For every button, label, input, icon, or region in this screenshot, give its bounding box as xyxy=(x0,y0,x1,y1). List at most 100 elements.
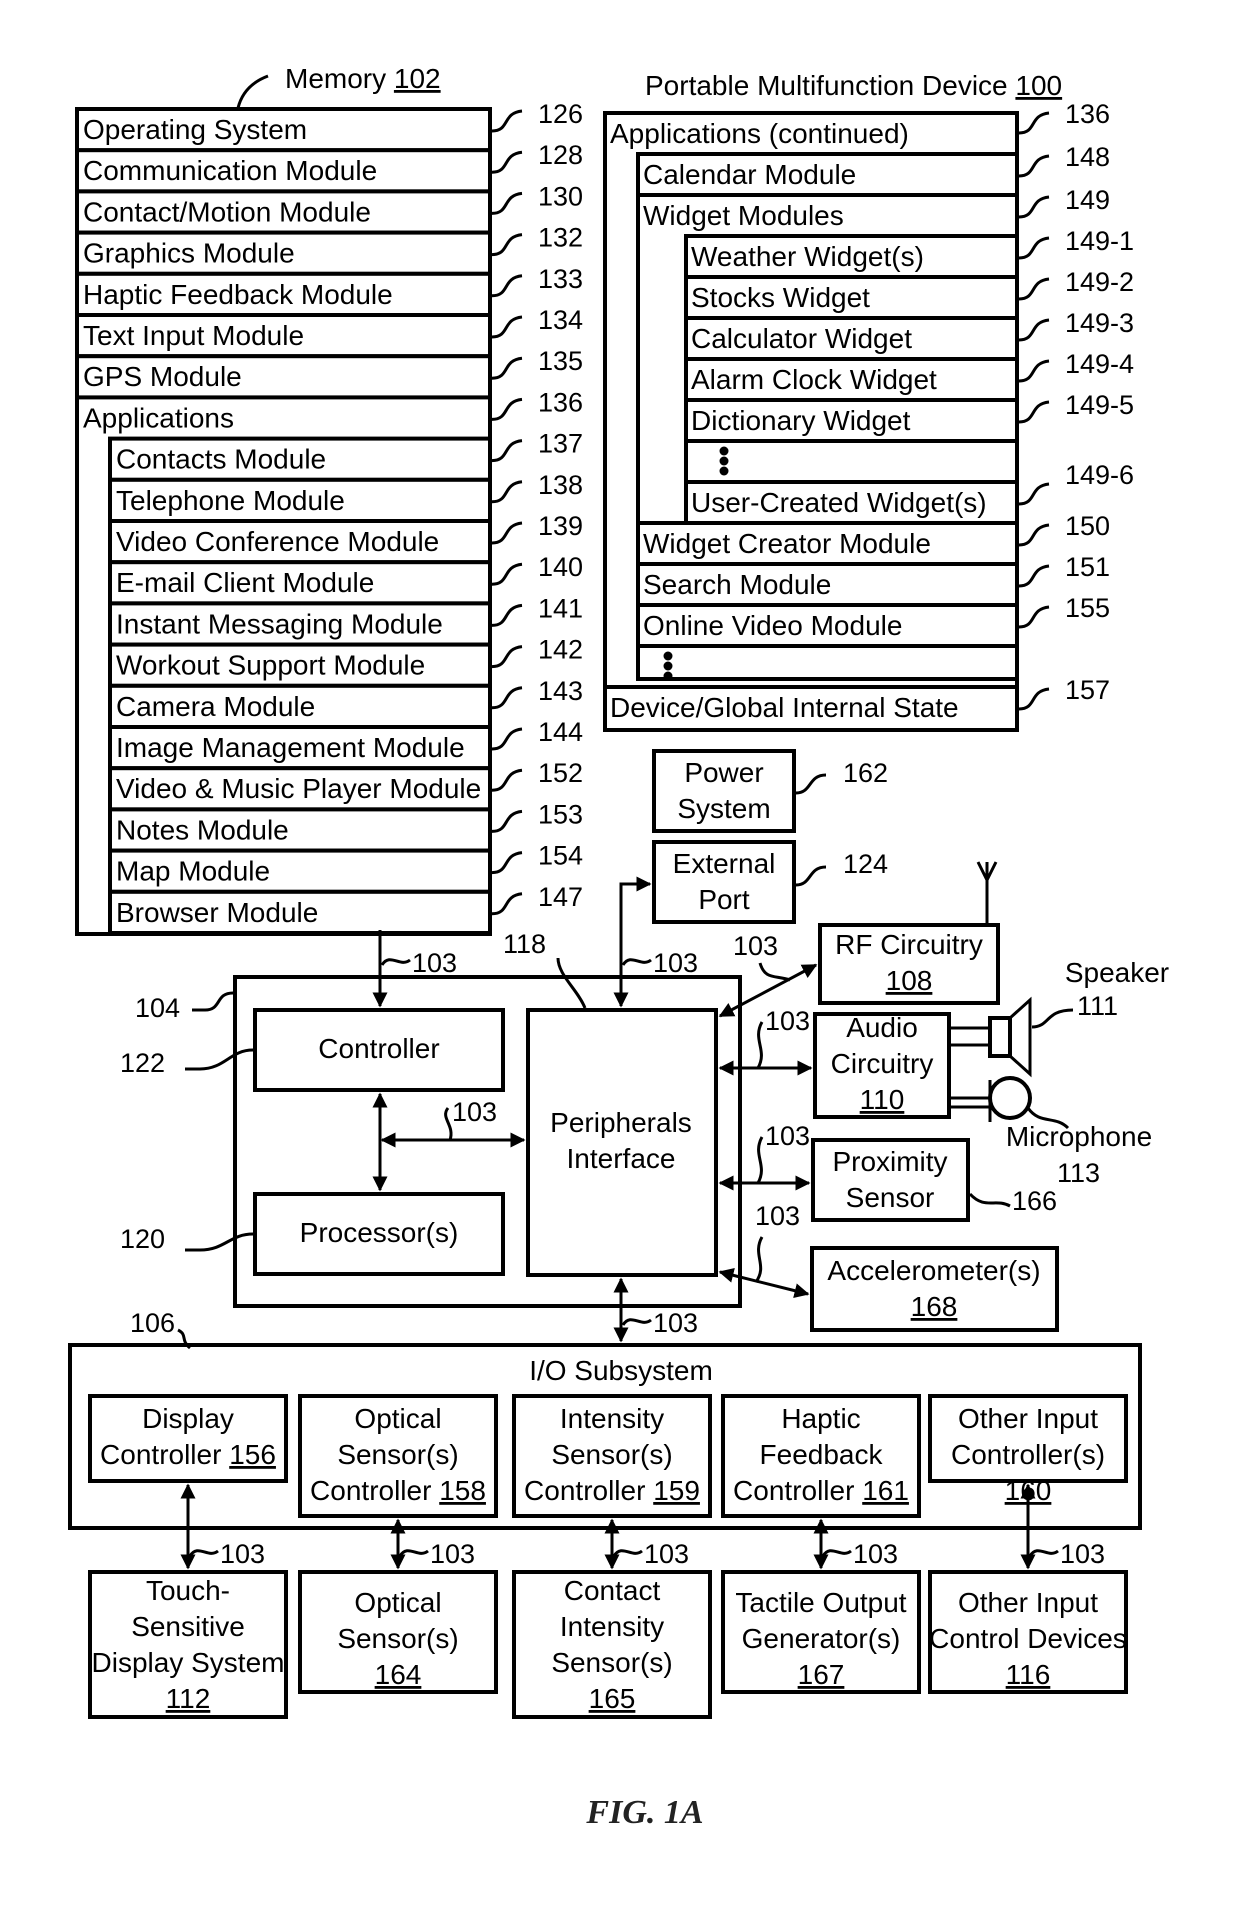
ref-leader xyxy=(1018,236,1050,260)
io-ref: 106 xyxy=(130,1308,175,1338)
audio-bus-ref: 103 xyxy=(765,1006,810,1036)
ref-leader xyxy=(491,191,523,215)
peripherals-line1: Peripherals xyxy=(550,1107,692,1138)
microphone-icon xyxy=(988,1076,1032,1120)
io-controller-label: Other Input xyxy=(958,1403,1098,1434)
device-title: Portable Multifunction Device 100 xyxy=(645,70,1062,101)
io-subsystem-block: I/O Subsystem 106 DisplayController 1561… xyxy=(68,1308,1142,1719)
processor-label: Processor(s) xyxy=(300,1217,459,1248)
bus-leader xyxy=(1028,1549,1059,1557)
io-device-num: 164 xyxy=(375,1659,422,1690)
application-row-ref: 144 xyxy=(538,717,583,747)
io-device-label: Touch- xyxy=(146,1575,230,1606)
io-device-label: Contact xyxy=(564,1575,661,1606)
external-port-ref: 124 xyxy=(843,849,888,879)
ref-leader xyxy=(1018,359,1050,383)
processor-ref: 120 xyxy=(120,1224,165,1254)
application-row-label: Map Module xyxy=(116,856,270,887)
io-controller-line: Controller xyxy=(100,1439,221,1470)
io-device-label: Display System xyxy=(92,1647,285,1678)
memory-row-ref: 133 xyxy=(538,264,583,294)
io-controller-line: Controller(s) xyxy=(951,1439,1105,1470)
memory-bus-ref: 103 xyxy=(412,948,457,978)
io-controller-label: Sensor(s) xyxy=(551,1439,672,1470)
device-state-ref: 157 xyxy=(1065,675,1110,705)
ref-leader xyxy=(491,397,523,421)
controller-label: Controller xyxy=(318,1033,439,1064)
memory-title: Memory 102 xyxy=(285,63,441,94)
memory-row-label: Operating System xyxy=(83,114,307,145)
io-device-num: 112 xyxy=(166,1683,211,1714)
io-device-label: Control Devices xyxy=(929,1623,1127,1654)
ref-leader xyxy=(491,562,523,586)
memory-row-ref: 128 xyxy=(538,140,583,170)
peripherals-ref: 118 xyxy=(503,929,546,959)
application-row-label: E-mail Client Module xyxy=(116,567,374,598)
ref-leader xyxy=(491,645,523,669)
io-controller-label: Optical xyxy=(354,1403,441,1434)
io-bus-ref: 103 xyxy=(220,1539,265,1569)
io-device-label: Sensitive xyxy=(131,1611,245,1642)
power-system-box: Power System 162 xyxy=(652,749,888,833)
io-controller-line: Controller xyxy=(310,1475,431,1506)
ellipsis-dot xyxy=(719,446,729,456)
module-ref: 155 xyxy=(1065,593,1110,623)
memory-leader xyxy=(236,74,269,109)
ref-leader xyxy=(1018,400,1050,424)
io-bus-ref: 103 xyxy=(644,1539,689,1569)
ellipsis-dot xyxy=(663,671,673,681)
memory-row-ref: 134 xyxy=(538,305,583,335)
ref-leader xyxy=(491,851,523,875)
io-bus-ref: 103 xyxy=(853,1539,898,1569)
io-controller-num: 159 xyxy=(653,1475,700,1506)
application-row-label: Telephone Module xyxy=(116,485,345,516)
io-controller-num: 161 xyxy=(862,1475,909,1506)
io-device-num: 165 xyxy=(589,1683,636,1714)
io-controller-num: 158 xyxy=(439,1475,486,1506)
memory-row-label: Graphics Module xyxy=(83,238,295,269)
rf-circuitry-box: RF Circuitry 108 xyxy=(818,861,1000,1005)
widget-modules-ref: 149 xyxy=(1065,185,1110,215)
application-row-label: Camera Module xyxy=(116,691,315,722)
ref-leader xyxy=(491,233,523,257)
ref-leader xyxy=(491,150,523,174)
memory-row-ref: 136 xyxy=(538,387,583,417)
io-controller-label: Intensity xyxy=(560,1403,664,1434)
proximity-bus-ref: 103 xyxy=(765,1121,810,1151)
application-row-ref: 137 xyxy=(538,429,583,459)
memory-row-label: Communication Module xyxy=(83,155,377,186)
proximity-sensor-box: Proximity Sensor 166 xyxy=(811,1138,1057,1222)
memory-row-label: Text Input Module xyxy=(83,320,304,351)
bus-leader xyxy=(398,1549,429,1557)
io-controller-label: Display xyxy=(142,1403,234,1434)
ref-leader xyxy=(1018,564,1050,588)
io-controller-line: Feedback xyxy=(760,1439,884,1470)
io-bus-ref: 103 xyxy=(653,1308,698,1338)
microphone-label: Microphone xyxy=(1006,1121,1152,1152)
apps-continued-label: Applications (continued) xyxy=(610,118,909,149)
chip-ref: 104 xyxy=(135,993,180,1023)
ref-leader xyxy=(1018,482,1050,506)
application-row-ref: 152 xyxy=(538,758,583,788)
memory-row-ref: 130 xyxy=(538,181,583,211)
io-bus-ref: 103 xyxy=(430,1539,475,1569)
peripherals-line2: Interface xyxy=(567,1143,676,1174)
ref-leader xyxy=(491,274,523,298)
io-controller-label: Feedback xyxy=(760,1439,884,1470)
io-device-num: 167 xyxy=(798,1659,845,1690)
bus-leader xyxy=(821,1549,852,1557)
application-row-ref: 140 xyxy=(538,552,583,582)
io-controller-label: Controller 159 xyxy=(524,1475,700,1506)
accelerometer-bus-ref: 103 xyxy=(755,1201,800,1231)
ellipsis-dot xyxy=(663,651,673,661)
ref-leader xyxy=(1018,154,1050,178)
power-ref: 162 xyxy=(843,758,888,788)
audio-line1: Audio xyxy=(846,1012,918,1043)
ellipsis-dot xyxy=(663,661,673,671)
io-controller-line: Display xyxy=(142,1403,234,1434)
io-controller-label: Sensor(s) xyxy=(337,1439,458,1470)
internal-bus-ref: 103 xyxy=(452,1097,497,1127)
ref-leader xyxy=(491,315,523,339)
calendar-ref: 148 xyxy=(1065,142,1110,172)
ref-leader xyxy=(491,109,523,133)
